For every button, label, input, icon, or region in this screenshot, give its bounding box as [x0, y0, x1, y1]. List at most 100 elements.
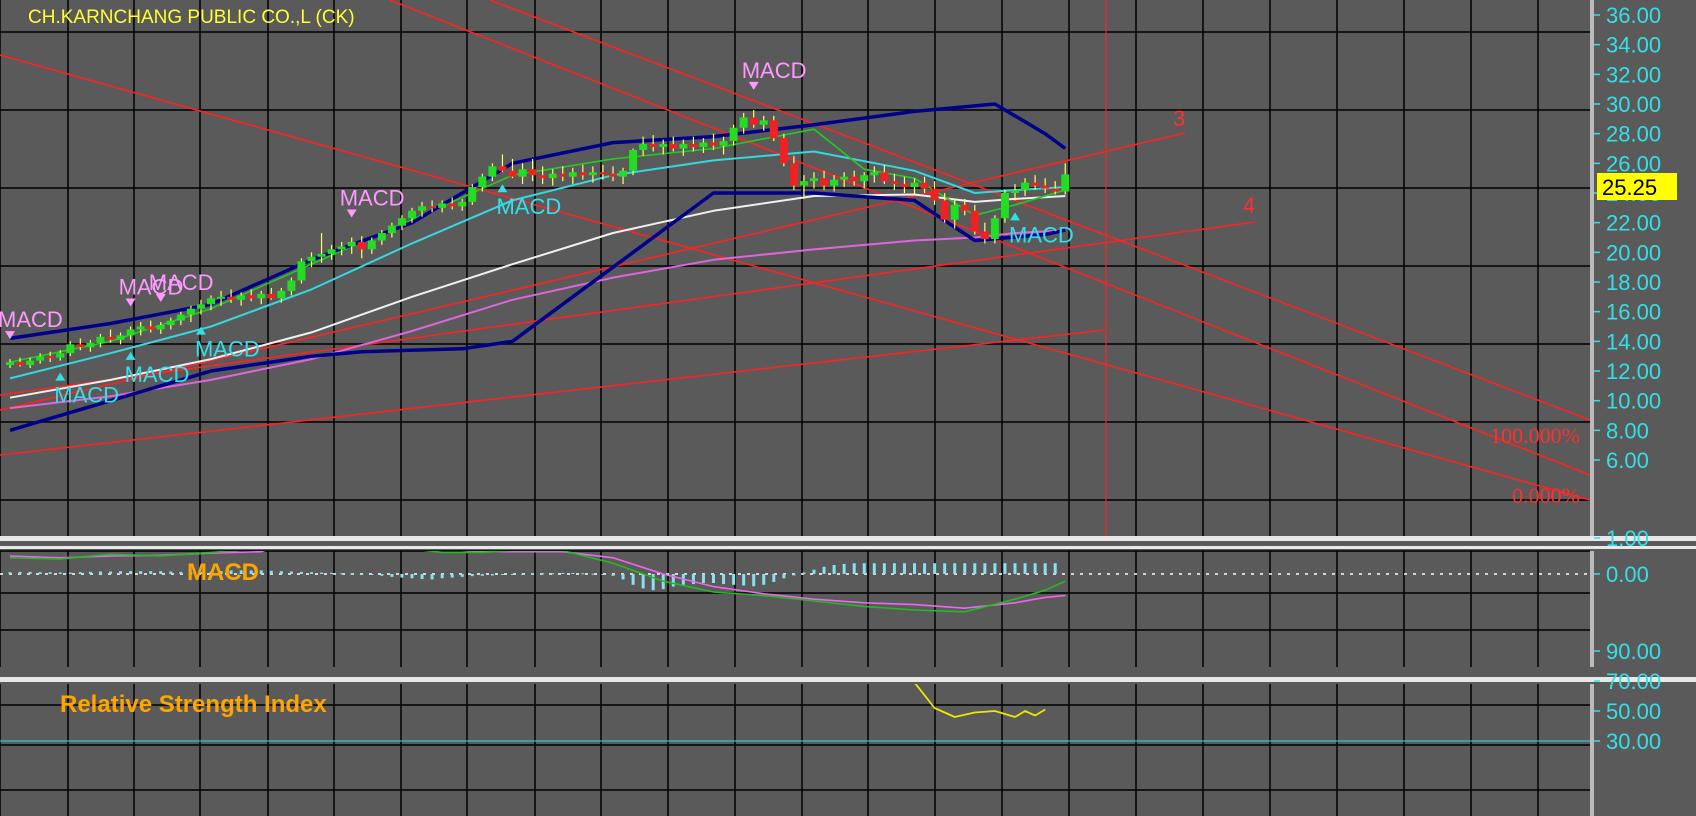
histogram-bar: [832, 565, 836, 574]
histogram-bar: [269, 570, 273, 574]
histogram-bar: [802, 572, 806, 574]
candle-down: [528, 169, 537, 176]
candle-down: [689, 144, 698, 148]
candle-up: [518, 169, 527, 177]
histogram-bar: [139, 571, 143, 574]
candle-down: [106, 336, 115, 340]
price-tick-label: 12.00: [1606, 359, 1661, 384]
candle-up: [759, 120, 768, 125]
candle-down: [578, 172, 587, 176]
histogram-bar: [762, 574, 766, 585]
candle-up: [870, 172, 879, 176]
histogram-bar: [58, 572, 62, 574]
candle-down: [820, 178, 829, 186]
macd-axis-border: [1590, 551, 1594, 667]
histogram-bar: [18, 571, 22, 574]
histogram-bar: [129, 571, 133, 574]
candle-down: [980, 231, 989, 239]
candle-up: [297, 261, 306, 281]
candle-up: [347, 241, 356, 247]
histogram-bar: [490, 574, 494, 576]
candle-up: [156, 325, 165, 330]
histogram-bar: [701, 574, 705, 583]
candle-up: [810, 178, 818, 182]
candle-down: [227, 296, 236, 300]
histogram-bar: [631, 574, 635, 585]
price-tick-label: 36.00: [1606, 3, 1661, 28]
histogram-bar: [712, 574, 715, 583]
candle-down: [558, 173, 567, 177]
price-tick-label: 10.00: [1606, 389, 1661, 414]
price-tick-label: 14.00: [1606, 329, 1661, 354]
histogram-bar: [611, 574, 615, 576]
candle-up: [619, 170, 628, 177]
histogram-bar: [320, 572, 324, 574]
panel-separator: [0, 677, 1696, 682]
candle-up: [337, 246, 346, 250]
histogram-bar: [360, 574, 364, 575]
candle-up: [307, 256, 316, 262]
candle-up: [830, 179, 839, 186]
histogram-bar: [561, 572, 565, 574]
candle-up: [659, 144, 668, 148]
histogram-bar: [872, 563, 876, 574]
candle-up: [217, 296, 226, 299]
histogram-bar: [902, 563, 906, 574]
histogram-bar: [450, 574, 454, 578]
candle-up: [1000, 193, 1009, 219]
histogram-bar: [812, 569, 816, 574]
histogram-bar: [1023, 563, 1027, 574]
candle-up: [66, 344, 75, 354]
candle-up: [568, 172, 577, 177]
histogram-bar: [933, 563, 937, 574]
candle-down: [508, 170, 517, 177]
buy-signal-label: MACD: [496, 194, 561, 219]
candle-up: [488, 166, 497, 177]
histogram-bar: [68, 572, 72, 574]
histogram-bar: [330, 572, 334, 574]
candle-up: [799, 181, 808, 186]
sell-signal-label: MACD: [340, 186, 405, 211]
rsi-tick-label: 50.00: [1606, 699, 1661, 724]
candle-up: [26, 360, 35, 366]
histogram-bar: [169, 571, 173, 574]
histogram-bar: [792, 574, 796, 576]
candle-up: [418, 206, 427, 211]
histogram-bar: [601, 574, 605, 575]
candle-up: [860, 175, 869, 182]
buy-signal-label: MACD: [195, 337, 260, 362]
price-tick-label: 28.00: [1606, 122, 1661, 147]
price-tick-label: 30.00: [1606, 92, 1661, 117]
candle-up: [86, 342, 95, 348]
price-tick-label: 32.00: [1606, 62, 1661, 87]
histogram-bar: [993, 563, 997, 574]
histogram-bar: [551, 573, 555, 575]
candle-up: [699, 142, 708, 148]
candle-up: [840, 176, 849, 180]
candle-up: [126, 329, 135, 336]
candle-up: [548, 173, 557, 179]
histogram-bar: [511, 574, 514, 575]
wave-label-4: 4: [1243, 193, 1255, 218]
price-tick-label: 6.00: [1606, 448, 1649, 473]
candle-up: [910, 182, 919, 188]
histogram-bar: [531, 573, 535, 575]
buy-signal-label: MACD: [1009, 222, 1074, 247]
histogram-bar: [1043, 563, 1047, 574]
histogram-bar: [571, 572, 575, 574]
candle-down: [16, 362, 25, 366]
price-tick-label: 18.00: [1606, 270, 1661, 295]
histogram-bar: [882, 563, 886, 574]
candle-up: [377, 233, 386, 241]
candle-down: [940, 200, 949, 220]
histogram-bar: [923, 563, 927, 574]
price-axis-border: [1590, 0, 1594, 536]
histogram-bar: [259, 570, 263, 574]
candle-down: [46, 356, 55, 359]
histogram-bar: [591, 573, 595, 575]
histogram-bar: [460, 574, 464, 577]
rsi-tick-label: 70.00: [1606, 669, 1661, 694]
fib-label-0: 0.000%: [1512, 483, 1580, 508]
sell-signal-label: MACD: [149, 270, 214, 295]
histogram-bar: [390, 574, 394, 577]
